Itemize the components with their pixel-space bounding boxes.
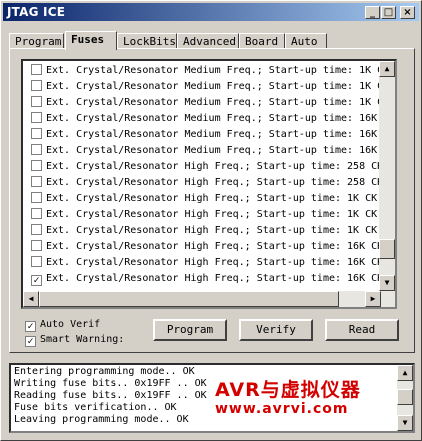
fuse-checkbox[interactable] (31, 64, 42, 75)
tab-auto[interactable]: Auto (285, 33, 327, 49)
fuse-checkbox[interactable] (31, 176, 42, 187)
maximize-button[interactable]: □ (381, 6, 396, 19)
fuse-list-item[interactable]: Ext. Crystal/Resonator High Freq.; Start… (31, 175, 383, 191)
fuse-label: Ext. Crystal/Resonator High Freq.; Start… (46, 273, 384, 284)
fuse-checkbox[interactable] (31, 160, 42, 171)
fuse-listbox[interactable]: Ext. Crystal/Resonator Medium Freq.; Sta… (21, 59, 397, 309)
fuse-checkbox[interactable] (31, 192, 42, 203)
fuse-label: Ext. Crystal/Resonator Medium Freq.; Sta… (46, 81, 384, 92)
fuse-list-item[interactable]: Ext. Crystal/Resonator Medium Freq.; Sta… (31, 63, 383, 79)
log-line: Entering programming mode.. OK (14, 366, 195, 377)
watermark-url: www.avrvi.com (215, 401, 349, 417)
log-scrollbar[interactable]: ▲ ▼ (397, 365, 413, 431)
fuse-list-item[interactable]: Ext. Crystal/Resonator High Freq.; Start… (31, 223, 377, 239)
minimize-button[interactable]: _ (365, 6, 380, 19)
log-scroll-up-icon[interactable]: ▲ (397, 365, 413, 381)
horizontal-scroll-thumb[interactable] (39, 291, 339, 307)
scroll-right-icon[interactable]: ▶ (365, 291, 381, 307)
scroll-down-icon[interactable]: ▼ (379, 275, 395, 291)
log-line: Leaving programming mode.. OK (14, 414, 189, 425)
fuse-list-item[interactable]: Ext. Crystal/Resonator High Freq.; Start… (31, 255, 383, 271)
log-line: Reading fuse bits.. 0x19FF .. OK (14, 390, 207, 401)
fuse-list-item[interactable]: Ext. Crystal/Resonator Medium Freq.; Sta… (31, 111, 377, 127)
fuse-checkbox[interactable] (31, 224, 42, 235)
fuse-list-item[interactable]: ✓ Ext. Crystal/Resonator High Freq.; Star… (31, 271, 383, 287)
fuse-list-item[interactable]: Ext. Crystal/Resonator Medium Freq.; Sta… (31, 143, 377, 159)
fuse-list-item[interactable]: Ext. Crystal/Resonator High Freq.; Start… (31, 207, 377, 223)
fuse-checkbox[interactable]: ✓ (31, 275, 42, 286)
smart-warnings-checkbox[interactable]: ✓ (25, 336, 36, 347)
auto-verify-label: Auto Verif (40, 319, 101, 330)
vertical-scroll-thumb[interactable] (379, 239, 395, 259)
close-button[interactable]: × (400, 6, 415, 19)
scroll-up-icon[interactable]: ▲ (379, 61, 395, 77)
scroll-left-icon[interactable]: ◀ (23, 291, 39, 307)
tab-board[interactable]: Board (239, 33, 285, 49)
log-line: Fuse bits verification.. OK (14, 402, 177, 413)
verify-button[interactable]: Verify (239, 319, 313, 341)
fuse-label: Ext. Crystal/Resonator Medium Freq.; Sta… (46, 145, 378, 156)
fuse-checkbox[interactable] (31, 96, 42, 107)
fuse-label: Ext. Crystal/Resonator Medium Freq.; Sta… (46, 129, 378, 140)
auto-verify-option[interactable]: ✓ Auto Verif (25, 319, 100, 332)
fuse-label: Ext. Crystal/Resonator High Freq.; Start… (46, 161, 384, 172)
fuse-checkbox[interactable] (31, 80, 42, 91)
program-button[interactable]: Program (153, 319, 227, 341)
fuse-list-item[interactable]: Ext. Crystal/Resonator High Freq.; Start… (31, 239, 383, 255)
fuse-list-item[interactable]: Ext. Crystal/Resonator High Freq.; Start… (31, 191, 377, 207)
fuse-checkbox[interactable] (31, 144, 42, 155)
fuse-label: Ext. Crystal/Resonator High Freq.; Start… (46, 257, 384, 268)
fuse-list-item[interactable]: Ext. Crystal/Resonator High Freq.; Start… (31, 159, 383, 175)
auto-verify-checkbox[interactable]: ✓ (25, 321, 36, 332)
fuse-label: Ext. Crystal/Resonator High Freq.; Start… (46, 177, 384, 188)
fuse-label: Ext. Crystal/Resonator High Freq.; Start… (46, 209, 378, 220)
tab-advanced[interactable]: Advanced (177, 33, 239, 49)
tab-lockbits[interactable]: LockBits (117, 33, 177, 49)
title-bar[interactable]: JTAG ICE _ □ × (3, 3, 419, 21)
window-title: JTAG ICE (7, 5, 66, 19)
smart-warnings-option[interactable]: ✓ Smart Warning: (25, 334, 124, 347)
fuse-checkbox[interactable] (31, 256, 42, 267)
log-scroll-down-icon[interactable]: ▼ (397, 415, 413, 431)
vertical-scrollbar[interactable]: ▲ ▼ (379, 61, 395, 307)
fuse-checkbox[interactable] (31, 112, 42, 123)
fuse-checkbox[interactable] (31, 128, 42, 139)
tab-program[interactable]: Program (9, 33, 64, 49)
fuse-list-item[interactable]: Ext. Crystal/Resonator Medium Freq.; Sta… (31, 79, 383, 95)
fuse-checkbox[interactable] (31, 240, 42, 251)
fuse-label: Ext. Crystal/Resonator High Freq.; Start… (46, 193, 378, 204)
smart-warnings-label: Smart Warning: (40, 334, 125, 345)
tab-fuses[interactable]: Fuses (65, 31, 117, 50)
fuse-list-item[interactable]: Ext. Crystal/Resonator Medium Freq.; Sta… (31, 95, 383, 111)
fuse-label: Ext. Crystal/Resonator Medium Freq.; Sta… (46, 65, 384, 76)
watermark-title: AVR与虚拟仪器 (215, 379, 361, 401)
fuse-label: Ext. Crystal/Resonator Medium Freq.; Sta… (46, 97, 384, 108)
horizontal-scrollbar[interactable]: ◀ ▶ (23, 291, 381, 307)
log-scroll-thumb[interactable] (397, 389, 413, 405)
log-line: Writing fuse bits.. 0x19FF .. OK (14, 378, 207, 389)
read-button[interactable]: Read (325, 319, 399, 341)
fuse-label: Ext. Crystal/Resonator Medium Freq.; Sta… (46, 113, 378, 124)
fuse-list-item[interactable]: Ext. Crystal/Resonator Medium Freq.; Sta… (31, 127, 377, 143)
fuse-label: Ext. Crystal/Resonator High Freq.; Start… (46, 225, 378, 236)
fuse-checkbox[interactable] (31, 208, 42, 219)
app-window: JTAG ICE _ □ × Program Fuses LockBits Ad… (0, 0, 422, 441)
fuse-label: Ext. Crystal/Resonator High Freq.; Start… (46, 241, 384, 252)
